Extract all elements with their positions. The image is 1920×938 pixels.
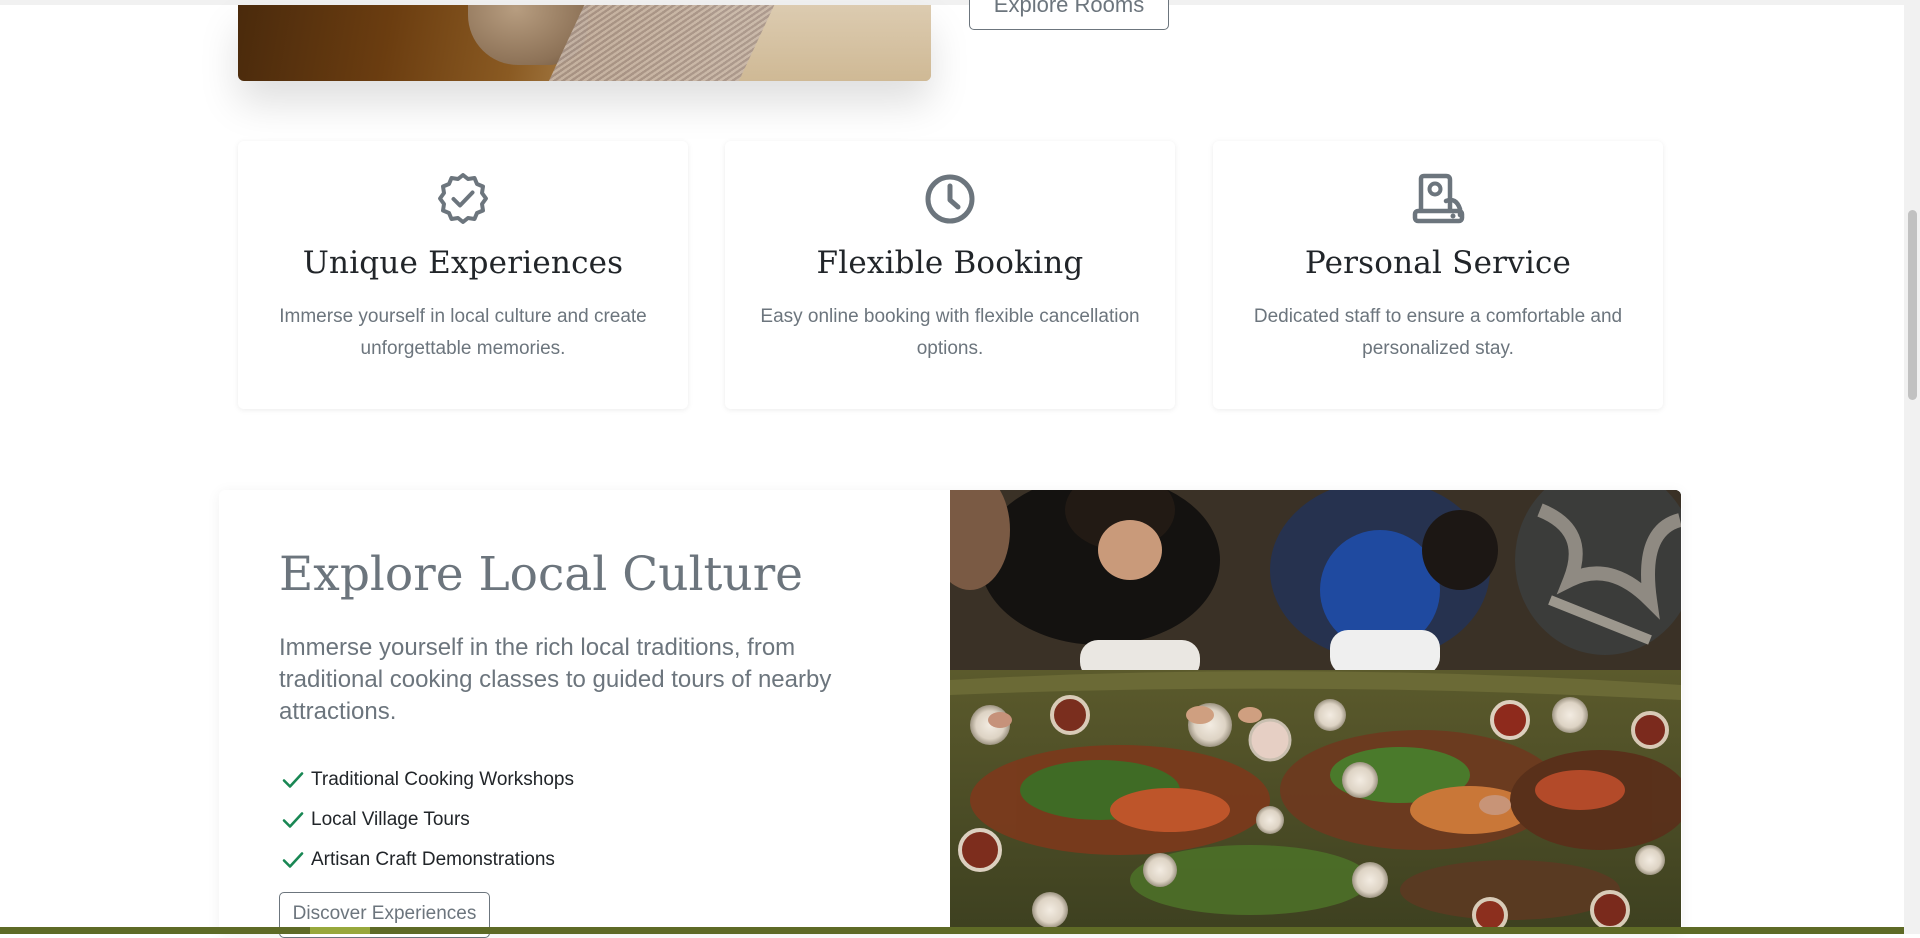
room-hero-image [238,5,931,81]
feature-description: Dedicated staff to ensure a comfortable … [1253,306,1623,359]
feature-card-personal-service: Personal Service Dedicated staff to ensu… [1213,141,1663,409]
bottom-footer-bar [0,927,1904,934]
page-scrollbar[interactable] [1904,0,1920,934]
list-item-label: Local Village Tours [311,809,470,830]
feature-card-unique-experiences: Unique Experiences Immerse yourself in l… [238,141,688,409]
culture-food-image [950,490,1681,934]
feature-title: Unique Experiences [302,245,624,281]
feature-card-flexible-booking: Flexible Booking Easy online booking wit… [725,141,1175,409]
list-item: Artisan Craft Demonstrations [282,840,574,880]
feature-description: Easy online booking with flexible cancel… [760,306,1140,359]
check-icon [282,852,304,868]
check-icon [282,772,304,788]
feature-title: Personal Service [1304,245,1572,281]
explore-rooms-button[interactable]: Explore Rooms [969,0,1169,30]
culture-title: Explore Local Culture [279,547,803,602]
check-icon [282,812,304,828]
culture-list: Traditional Cooking Workshops Local Vill… [282,760,574,880]
shared-meal-photo [950,490,1681,934]
list-item-label: Traditional Cooking Workshops [311,769,574,790]
clock-icon [925,174,975,224]
list-item-label: Artisan Craft Demonstrations [311,849,555,870]
list-item: Local Village Tours [282,800,574,840]
scrollbar-thumb[interactable] [1908,210,1917,400]
list-item: Traditional Cooking Workshops [282,760,574,800]
culture-lead-text: Immerse yourself in the rich local tradi… [279,634,832,725]
verified-badge-icon [438,173,488,224]
concierge-service-icon [1412,173,1465,224]
feature-description: Immerse yourself in local culture and cr… [279,306,647,359]
feature-title: Flexible Booking [816,245,1084,281]
